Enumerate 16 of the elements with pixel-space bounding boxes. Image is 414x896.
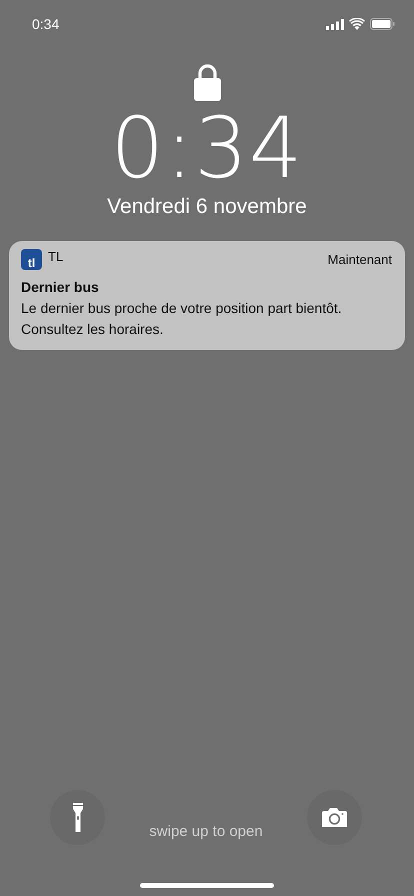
signal-icon bbox=[326, 18, 344, 30]
swipe-hint: swipe up to open bbox=[149, 823, 263, 840]
wifi-icon bbox=[349, 18, 365, 30]
notification-body: Le dernier bus proche de votre position part bientôt. Consultez les horaires. bbox=[21, 299, 343, 339]
camera-icon bbox=[322, 808, 347, 827]
lock-icon bbox=[194, 64, 220, 101]
lock-date: Vendredi 6 novembre bbox=[106, 195, 308, 219]
battery-icon bbox=[370, 18, 395, 30]
app-logo: tl bbox=[21, 249, 42, 270]
status-time: 0:34 bbox=[32, 16, 60, 32]
notification-card[interactable]: tl TL Maintenant Dernier bus Le dernier bus proche de votre position part bientôt. Consultez les horaires. bbox=[9, 241, 405, 350]
notification-title: Dernier bus bbox=[21, 279, 100, 295]
flashlight-icon bbox=[72, 803, 82, 832]
lock-clock: 0:34 bbox=[110, 103, 304, 193]
notification-time: Maintenant bbox=[328, 252, 392, 267]
app-name: TL bbox=[48, 249, 64, 264]
